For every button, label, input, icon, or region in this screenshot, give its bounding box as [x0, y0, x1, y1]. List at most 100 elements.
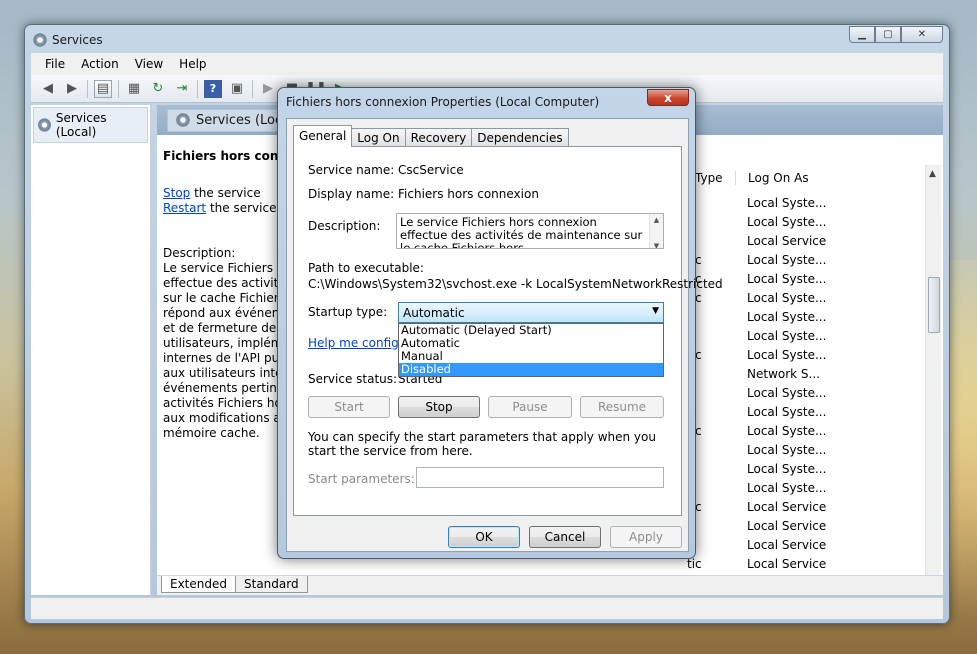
log-on-as-column: Local Syste... Local Syste... Local Servic…: [739, 193, 919, 592]
log-on-as-cell[interactable]: Local Syste...: [739, 307, 919, 326]
log-on-as-cell[interactable]: Local Service: [739, 535, 919, 554]
description-label: Description:: [308, 219, 381, 233]
menu-file[interactable]: File: [37, 57, 73, 71]
log-on-as-cell[interactable]: Local Service: [739, 231, 919, 250]
log-on-as-cell[interactable]: Local Service: [739, 554, 919, 573]
menu-help[interactable]: Help: [171, 57, 214, 71]
status-bar: [31, 597, 943, 619]
path-value: C:\Windows\System32\svchost.exe -k Local…: [308, 277, 723, 291]
menu-action[interactable]: Action: [73, 57, 127, 71]
stop-action-text: the service: [190, 186, 261, 200]
help-icon[interactable]: ?: [204, 79, 222, 98]
forward-icon[interactable]: ▶: [63, 80, 81, 98]
toolbar-separator: [197, 79, 198, 98]
tab-dependencies[interactable]: Dependencies: [471, 128, 569, 147]
start-service-icon[interactable]: ▶: [259, 80, 277, 98]
general-tab-page: Service name: CscService Display name: F…: [293, 146, 723, 516]
log-on-as-cell[interactable]: Local Syste...: [739, 288, 919, 307]
start-params-hint: You can specify the start parameters tha…: [308, 430, 656, 458]
vertical-scrollbar[interactable]: ▲ ▼: [925, 165, 941, 595]
description-text: Le service Fichiers hors connexion effec…: [400, 215, 643, 249]
cancel-button[interactable]: Cancel: [529, 526, 601, 548]
restart-action-text: the service: [206, 201, 277, 215]
log-on-as-cell[interactable]: Local Syste...: [739, 402, 919, 421]
description-scrollbar[interactable]: ▲ ▼: [649, 214, 663, 248]
tab-recovery[interactable]: Recovery: [404, 128, 473, 147]
log-on-as-cell[interactable]: Local Service: [739, 516, 919, 535]
toolbar-separator: [118, 79, 119, 98]
path-label: Path to executable:: [308, 261, 424, 275]
stop-link[interactable]: Stop: [163, 186, 190, 200]
pause-button[interactable]: Pause: [488, 396, 572, 418]
tab-standard[interactable]: Standard: [235, 576, 308, 593]
log-on-as-cell[interactable]: Local Syste...: [739, 345, 919, 364]
startup-type-dropdown: Automatic (Delayed Start) Automatic Manu…: [398, 323, 664, 377]
resume-button[interactable]: Resume: [580, 396, 664, 418]
properties-icon[interactable]: ▦: [125, 80, 143, 98]
service-name-value: CscService: [398, 163, 464, 177]
toolbar-separator: [87, 79, 88, 98]
service-status-label: Service status:: [308, 372, 398, 386]
toolbar-separator: [252, 79, 253, 98]
refresh-icon[interactable]: ↻: [149, 80, 167, 98]
log-on-as-cell[interactable]: Local Service: [739, 497, 919, 516]
scroll-up-icon[interactable]: ▲: [929, 169, 936, 179]
services-icon: [33, 33, 47, 47]
tab-extended[interactable]: Extended: [161, 576, 236, 593]
ok-button[interactable]: OK: [448, 526, 520, 548]
chevron-down-icon: ▼: [652, 306, 659, 316]
export-icon[interactable]: ⇥: [173, 80, 191, 98]
tab-general[interactable]: General: [293, 125, 353, 147]
start-params-input[interactable]: [416, 467, 664, 488]
dialog-tabs: General Log On Recovery Dependencies: [293, 125, 569, 147]
back-icon[interactable]: ◀: [39, 80, 57, 98]
tree-item-label: Services (Local): [55, 111, 107, 139]
minimize-button[interactable]: ▁: [849, 26, 875, 43]
description-textbox[interactable]: Le service Fichiers hors connexion effec…: [396, 213, 664, 249]
log-on-as-cell[interactable]: Local Syste...: [739, 250, 919, 269]
log-on-as-cell[interactable]: Local Syste...: [739, 421, 919, 440]
close-icon: x: [664, 90, 672, 105]
display-name-label: Display name:: [308, 187, 395, 201]
start-params-label: Start parameters:: [308, 472, 415, 486]
dialog-body: General Log On Recovery Dependencies Ser…: [286, 118, 723, 552]
log-on-as-cell[interactable]: Local Syste...: [739, 383, 919, 402]
log-on-as-cell[interactable]: Local Syste...: [739, 193, 919, 212]
log-on-as-cell[interactable]: Local Syste...: [739, 440, 919, 459]
maximize-button[interactable]: ▢: [875, 26, 901, 43]
close-button[interactable]: ✕: [901, 26, 943, 43]
tree-item-services-local[interactable]: Services (Local): [33, 107, 148, 143]
log-on-as-cell[interactable]: Local Syste...: [739, 269, 919, 288]
menu-view[interactable]: View: [127, 57, 171, 71]
log-on-as-cell[interactable]: Local Syste...: [739, 478, 919, 497]
console-tree: Services (Local): [31, 105, 151, 595]
stop-button[interactable]: Stop: [398, 396, 480, 418]
services-icon: [176, 113, 190, 127]
startup-type-label: Startup type:: [308, 305, 388, 319]
log-on-as-cell[interactable]: Network S...: [739, 364, 919, 383]
start-button[interactable]: Start: [308, 396, 390, 418]
log-on-as-cell[interactable]: Local Syste...: [739, 326, 919, 345]
show-tree-icon[interactable]: ▤: [94, 79, 112, 98]
column-headers: Type Log On As: [687, 167, 937, 189]
console-icon[interactable]: ▣: [228, 80, 246, 98]
menu-bar: File Action View Help: [31, 53, 943, 75]
startup-type-select[interactable]: Automatic ▼: [398, 302, 664, 323]
window-title: Services: [33, 31, 103, 49]
log-on-as-cell[interactable]: Local Syste...: [739, 212, 919, 231]
startup-type-value: Automatic: [403, 306, 465, 320]
startup-type-cell[interactable]: tic: [687, 554, 735, 573]
apply-button[interactable]: Apply: [610, 526, 682, 548]
display-name-value: Fichiers hors connexion: [398, 187, 539, 201]
service-name-label: Service name:: [308, 163, 395, 177]
dialog-close-button[interactable]: x: [647, 89, 689, 106]
log-on-as-cell[interactable]: Local Syste...: [739, 459, 919, 478]
column-log-on-as[interactable]: Log On As: [735, 171, 865, 185]
caption-buttons: ▁ ▢ ✕: [849, 26, 943, 43]
properties-dialog: Fichiers hors connexion Properties (Loca…: [277, 87, 723, 559]
window-title-text: Services: [52, 33, 103, 47]
option-disabled[interactable]: Disabled: [399, 363, 663, 376]
scroll-thumb[interactable]: [928, 277, 940, 333]
restart-link[interactable]: Restart: [163, 201, 206, 215]
tab-log-on[interactable]: Log On: [351, 128, 406, 147]
